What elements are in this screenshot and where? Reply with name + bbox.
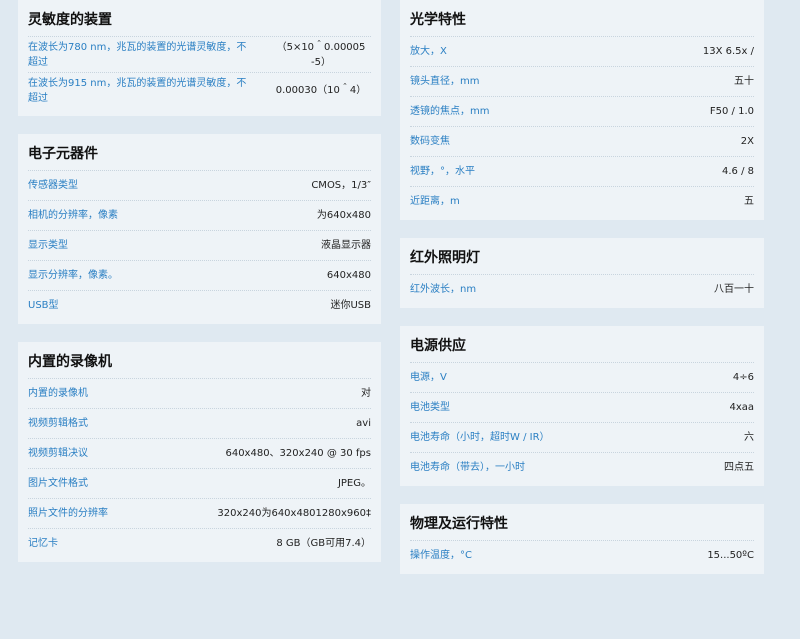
spec-value: （5×10＾0.00005 -5） <box>276 41 366 68</box>
spec-row: 电源，V 4÷6 <box>410 362 754 392</box>
spec-value: 四点五 <box>724 462 754 473</box>
spec-value: 640x480、320x240 @ 30 fps <box>225 448 371 459</box>
spec-row: 传感器类型 CMOS，1/3″ <box>28 170 371 200</box>
spec-row: 相机的分辨率，像素 为640x480 <box>28 200 371 230</box>
spec-value: 六 <box>744 432 754 443</box>
spec-label: 显示分辨率，像素。 <box>28 270 118 281</box>
optics-section: 光学特性 放大，X 13X 6.5x / 镜头直径，mm 五十 透镜的焦点，mm… <box>400 0 764 220</box>
spec-label: 图片文件格式 <box>28 478 88 489</box>
physical-section: 物理及运行特性 操作温度，°C 15...50ºC <box>400 504 764 574</box>
spec-label: 红外波长，nm <box>410 284 477 295</box>
section-title: 红外照明灯 <box>410 250 480 266</box>
left-column: 灵敏度的装置 在波长为780 nm，兆瓦的装置的光谱灵敏度，不超过 （5×10＾… <box>18 0 381 580</box>
spec-value: 4xaa <box>729 402 754 413</box>
spec-label: 透镜的焦点，mm <box>410 106 490 117</box>
spec-label: 镜头直径，mm <box>410 76 480 87</box>
spec-row: 视频剪辑格式 avi <box>28 408 371 438</box>
spec-row: 电池类型 4xaa <box>410 392 754 422</box>
spec-label: 在波长为915 nm，兆瓦的装置的光谱灵敏度，不超过 <box>28 77 247 104</box>
spec-value: 迷你USB <box>330 300 371 311</box>
spec-label: 电源，V <box>410 372 447 383</box>
spec-value: F50 / 1.0 <box>709 106 754 117</box>
spec-value: 320x240为640x4801280x960‡ <box>217 508 371 519</box>
section-title: 灵敏度的装置 <box>28 12 112 28</box>
spec-row: 透镜的焦点，mm F50 / 1.0 <box>410 96 754 126</box>
spec-row: 显示类型 液晶显示器 <box>28 230 371 260</box>
spec-label: 近距离，m <box>410 196 460 207</box>
spec-label: 照片文件的分辨率 <box>28 508 108 519</box>
section-title: 内置的录像机 <box>28 354 112 370</box>
spec-label: 记忆卡 <box>28 538 58 549</box>
spec-value: 五 <box>744 196 754 207</box>
spec-label: 显示类型 <box>28 240 68 251</box>
spec-label: USB型 <box>28 300 59 311</box>
spec-value: 640x480 <box>326 270 371 281</box>
spec-row: 照片文件的分辨率 320x240为640x4801280x960‡ <box>28 498 371 528</box>
section-title: 物理及运行特性 <box>410 516 508 532</box>
spec-label: 视野，°，水平 <box>410 166 475 177</box>
spec-row: 操作温度，°C 15...50ºC <box>410 540 754 570</box>
spec-label: 电池寿命（小时，超时W / IR） <box>410 432 550 443</box>
power-section: 电源供应 电源，V 4÷6 电池类型 4xaa 电池寿命（小时，超时W / IR… <box>400 326 764 486</box>
spec-row: 红外波长，nm 八百一十 <box>410 274 754 304</box>
spec-label: 放大，X <box>410 46 447 57</box>
spec-value: 4÷6 <box>732 372 754 383</box>
spec-label: 操作温度，°C <box>410 550 472 561</box>
spec-label: 电池寿命（带去），一小时 <box>410 462 525 473</box>
spec-label: 在波长为780 nm，兆瓦的装置的光谱灵敏度，不超过 <box>28 41 247 68</box>
spec-value: 为640x480 <box>316 210 371 221</box>
recorder-section: 内置的录像机 内置的录像机 对 视频剪辑格式 avi 视频剪辑决议 640x48… <box>18 342 381 562</box>
spec-row: 视频剪辑决议 640x480、320x240 @ 30 fps <box>28 438 371 468</box>
ir-section: 红外照明灯 红外波长，nm 八百一十 <box>400 238 764 308</box>
spec-value: JPEG。 <box>337 478 371 489</box>
spec-page: 灵敏度的装置 在波长为780 nm，兆瓦的装置的光谱灵敏度，不超过 （5×10＾… <box>0 0 800 639</box>
spec-value: 13X 6.5x / <box>702 46 754 57</box>
section-title: 光学特性 <box>410 12 466 28</box>
spec-label: 视频剪辑决议 <box>28 448 88 459</box>
spec-row: 显示分辨率，像素。 640x480 <box>28 260 371 290</box>
sensitivity-section: 灵敏度的装置 在波长为780 nm，兆瓦的装置的光谱灵敏度，不超过 （5×10＾… <box>18 0 381 116</box>
section-title: 电源供应 <box>410 338 466 354</box>
spec-row: 镜头直径，mm 五十 <box>410 66 754 96</box>
spec-row: 记忆卡 8 GB（GB可用7.4） <box>28 528 371 558</box>
spec-value: 4.6 / 8 <box>722 166 754 177</box>
spec-row: 放大，X 13X 6.5x / <box>410 36 754 66</box>
spec-value: 2X <box>740 136 754 147</box>
spec-value: 0.00030（10＾4） <box>275 85 367 96</box>
section-title: 电子元器件 <box>28 146 98 162</box>
spec-row: 在波长为780 nm，兆瓦的装置的光谱灵敏度，不超过 （5×10＾0.00005… <box>28 36 371 72</box>
spec-value: 液晶显示器 <box>321 240 371 251</box>
spec-label: 数码变焦 <box>410 136 450 147</box>
spec-row: USB型 迷你USB <box>28 290 371 320</box>
spec-row: 视野，°，水平 4.6 / 8 <box>410 156 754 186</box>
spec-value: 8 GB（GB可用7.4） <box>276 538 371 549</box>
spec-label: 传感器类型 <box>28 180 78 191</box>
spec-row: 图片文件格式 JPEG。 <box>28 468 371 498</box>
spec-label: 内置的录像机 <box>28 388 88 399</box>
spec-value: 五十 <box>734 76 754 87</box>
spec-row: 数码变焦 2X <box>410 126 754 156</box>
spec-row: 电池寿命（小时，超时W / IR） 六 <box>410 422 754 452</box>
spec-value: avi <box>356 418 371 429</box>
spec-row: 近距离，m 五 <box>410 186 754 216</box>
spec-value: CMOS，1/3″ <box>311 180 371 191</box>
spec-label: 视频剪辑格式 <box>28 418 88 429</box>
electronics-section: 电子元器件 传感器类型 CMOS，1/3″ 相机的分辨率，像素 为640x480… <box>18 134 381 324</box>
spec-value: 15...50ºC <box>707 550 754 561</box>
spec-label: 相机的分辨率，像素 <box>28 210 118 221</box>
spec-row: 电池寿命（带去），一小时 四点五 <box>410 452 754 482</box>
spec-value: 八百一十 <box>714 284 754 295</box>
spec-row: 在波长为915 nm，兆瓦的装置的光谱灵敏度，不超过 0.00030（10＾4） <box>28 72 371 108</box>
spec-value: 对 <box>361 388 371 399</box>
spec-label: 电池类型 <box>410 402 450 413</box>
right-column: 光学特性 放大，X 13X 6.5x / 镜头直径，mm 五十 透镜的焦点，mm… <box>400 0 764 592</box>
spec-row: 内置的录像机 对 <box>28 378 371 408</box>
